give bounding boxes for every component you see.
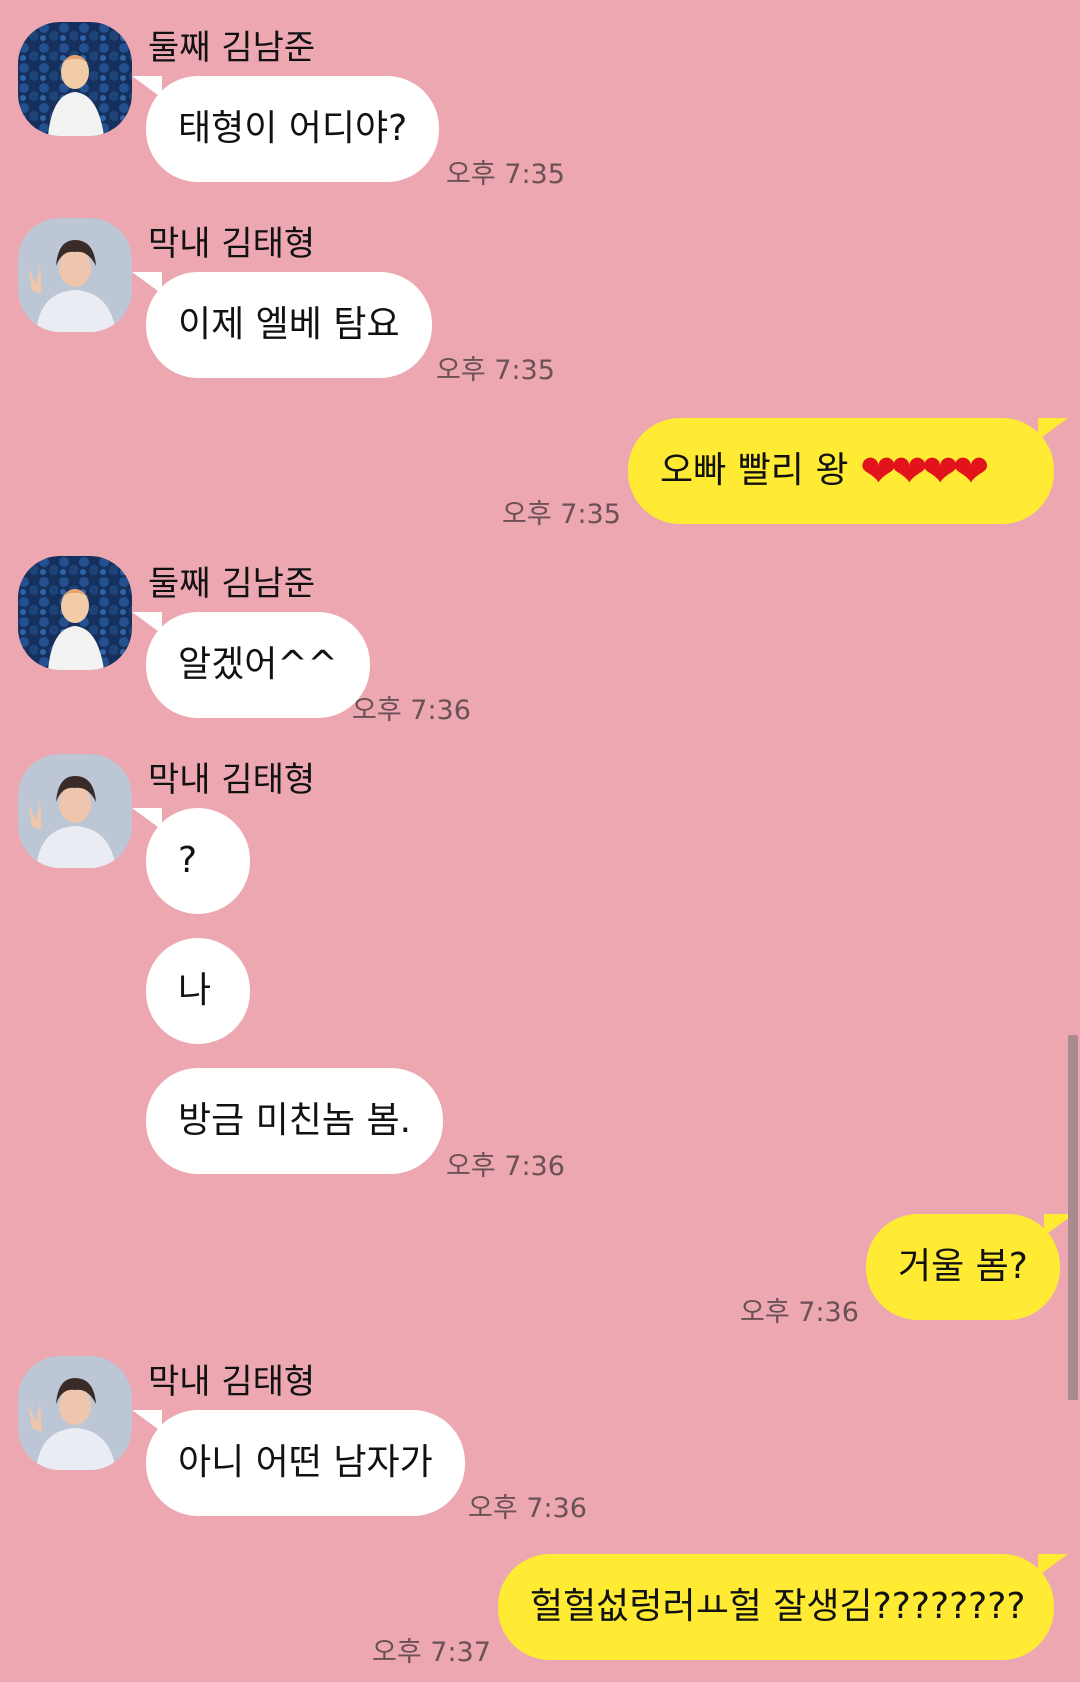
message-time: 오후 7:36 <box>468 1493 587 1524</box>
profile-photo-icon <box>18 556 132 670</box>
avatar-taehyung[interactable] <box>18 218 132 332</box>
message-bubble[interactable]: 아니 어떤 남자가 <box>132 1410 465 1516</box>
message-text: 나 <box>178 970 212 1011</box>
message-time: 오후 7:35 <box>446 159 565 190</box>
heart-emoji-icon: ❤❤❤❤ <box>859 446 989 497</box>
message-bubble[interactable]: 알겠어^^ <box>132 612 370 718</box>
profile-photo-icon <box>18 218 132 332</box>
message-text: 거울 봄? <box>898 1246 1028 1287</box>
profile-photo-icon <box>18 22 132 136</box>
my-message-bubble[interactable]: 거울 봄? <box>866 1214 1074 1320</box>
scrollbar[interactable] <box>1068 1035 1078 1400</box>
message-text: 이제 엘베 탐요 <box>178 304 400 345</box>
sender-name-taehyung: 막내 김태형 <box>148 760 316 800</box>
message-time: 오후 7:36 <box>446 1151 565 1182</box>
sender-name-namjoon: 둘째 김남준 <box>148 28 316 68</box>
my-message-bubble[interactable]: 헐헐섮렁러ㅛ헐 잘생김???????? <box>498 1554 1068 1660</box>
message-text: 헐헐섮렁러ㅛ헐 잘생김???????? <box>530 1586 1026 1627</box>
message-text: 오빠 빨리 왕 <box>660 450 849 491</box>
message-text: 태형이 어디야? <box>178 108 408 149</box>
avatar-taehyung[interactable] <box>18 1356 132 1470</box>
message-text: 알겠어^^ <box>178 644 338 685</box>
sender-name-taehyung: 막내 김태형 <box>148 1362 316 1402</box>
avatar-namjoon[interactable] <box>18 556 132 670</box>
message-text: ? <box>178 840 198 881</box>
message-bubble[interactable]: 태형이 어디야? <box>131 76 440 182</box>
message-text: 아니 어떤 남자가 <box>178 1442 433 1483</box>
message-text: 방금 미친놈 봄. <box>178 1100 412 1141</box>
message-bubble[interactable]: 나 <box>146 938 250 1044</box>
avatar-taehyung[interactable] <box>18 754 132 868</box>
message-bubble[interactable]: 이제 엘베 탐요 <box>132 272 432 378</box>
profile-photo-icon <box>18 754 132 868</box>
sender-name-namjoon: 둘째 김남준 <box>148 564 316 604</box>
message-time: 오후 7:36 <box>352 695 471 726</box>
sender-name-taehyung: 막내 김태형 <box>148 224 316 264</box>
message-time: 오후 7:37 <box>372 1637 491 1668</box>
message-bubble[interactable]: ? <box>132 808 250 914</box>
avatar-namjoon[interactable] <box>18 22 132 136</box>
my-message-bubble[interactable]: 오빠 빨리 왕 ❤❤❤❤ <box>628 418 1068 524</box>
profile-photo-icon <box>18 1356 132 1470</box>
message-time: 오후 7:35 <box>436 355 555 386</box>
message-time: 오후 7:36 <box>740 1297 859 1328</box>
message-bubble[interactable]: 방금 미친놈 봄. <box>146 1068 444 1174</box>
message-time: 오후 7:35 <box>502 499 621 530</box>
